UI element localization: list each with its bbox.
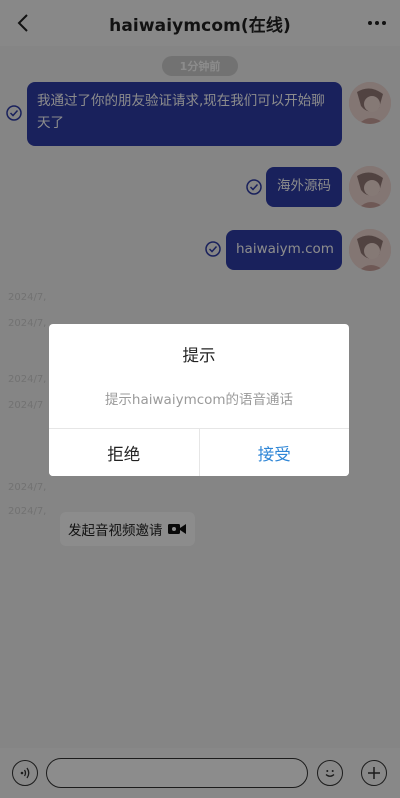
call-dialog: 提示 提示haiwaiymcom的语音通话 拒绝 接受 (49, 324, 349, 476)
accept-button[interactable]: 接受 (199, 429, 349, 476)
reject-button[interactable]: 拒绝 (49, 429, 200, 476)
dialog-title: 提示 (182, 346, 216, 365)
dialog-message: 提示haiwaiymcom的语音通话 (104, 392, 294, 408)
dialog-actions: 拒绝 接受 (49, 428, 349, 476)
